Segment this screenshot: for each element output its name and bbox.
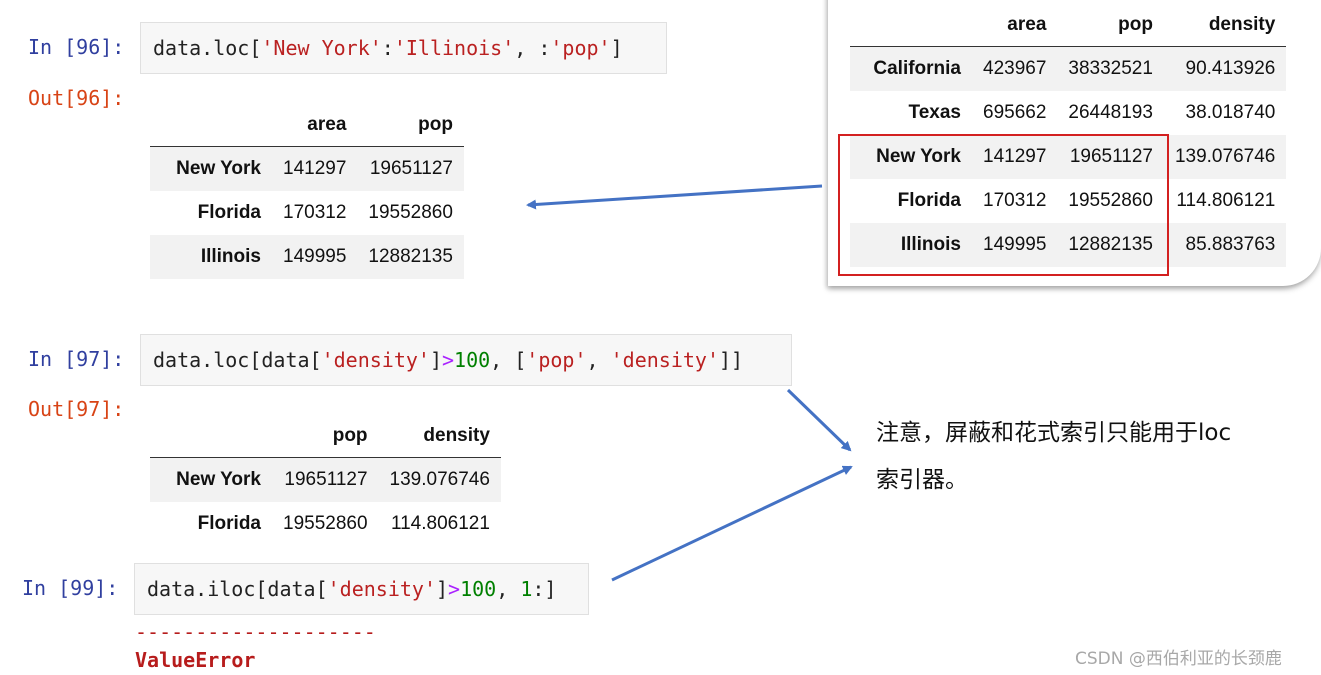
watermark: CSDN @西伯利亚的长颈鹿 bbox=[1075, 649, 1282, 669]
arrow-to-cell96-output bbox=[526, 184, 823, 210]
arrows-layer bbox=[526, 184, 853, 582]
arrow-from-cell99-to-note bbox=[611, 465, 853, 582]
arrow-from-cell97-to-note bbox=[786, 388, 852, 452]
